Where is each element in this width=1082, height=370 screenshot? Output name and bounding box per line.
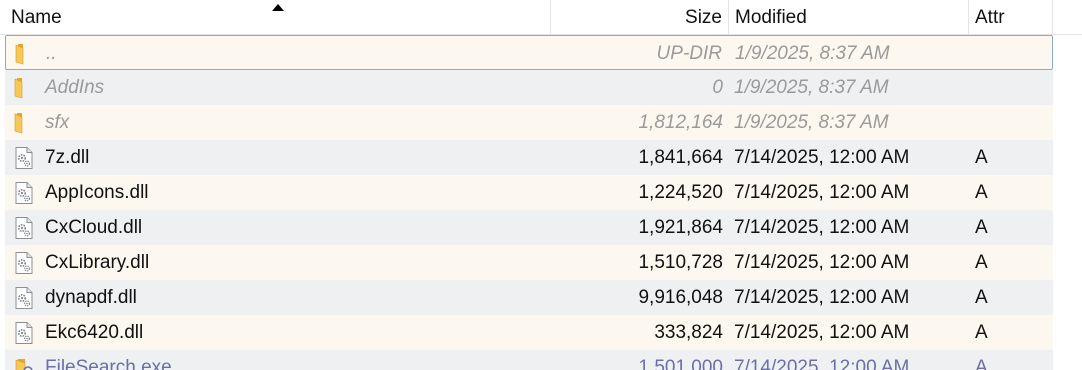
file-name: sfx	[45, 112, 70, 133]
file-row[interactable]: Ekc6420.dll 333,824 7/14/2025, 12:00 AM A	[5, 315, 1053, 350]
sort-ascending-icon	[272, 4, 284, 11]
file-row[interactable]: 7z.dll 1,841,664 7/14/2025, 12:00 AM A	[5, 140, 1053, 175]
file-size: 1,841,664	[638, 147, 723, 168]
file-row[interactable]: CxLibrary.dll 1,510,728 7/14/2025, 12:00 A…	[5, 245, 1053, 280]
file-row[interactable]: AppIcons.dll 1,224,520 7/14/2025, 12:00 AM…	[5, 175, 1053, 210]
file-attr: A	[975, 217, 988, 238]
dll-icon	[13, 216, 35, 240]
file-attr: A	[975, 287, 988, 308]
file-size: 0	[712, 77, 723, 98]
column-header-size[interactable]: Size	[551, 0, 729, 34]
folder-icon	[13, 111, 35, 135]
dll-icon	[13, 146, 35, 170]
file-size: 1,510,728	[638, 252, 723, 273]
file-size: 9,916,048	[638, 287, 723, 308]
file-modified: 7/14/2025, 12:00 AM	[734, 182, 910, 203]
dll-icon	[13, 251, 35, 275]
file-name: Ekc6420.dll	[45, 322, 144, 343]
file-name: AddIns	[45, 77, 105, 98]
file-attr: A	[975, 357, 988, 370]
column-name-label: Name	[11, 7, 62, 28]
exe-icon	[13, 356, 35, 370]
file-name: AppIcons.dll	[45, 182, 149, 203]
column-header-modified[interactable]: Modified	[729, 0, 969, 34]
folder-icon	[14, 42, 36, 66]
file-modified: 1/9/2025, 8:37 AM	[734, 112, 889, 133]
dll-icon	[13, 321, 35, 345]
file-attr: A	[975, 147, 988, 168]
file-modified: 7/14/2025, 12:00 AM	[734, 217, 910, 238]
file-name: CxLibrary.dll	[45, 252, 150, 273]
file-modified: 7/14/2025, 12:00 AM	[734, 147, 910, 168]
updir-row[interactable]: .. UP-DIR 1/9/2025, 8:37 AM	[5, 35, 1053, 70]
file-modified: 1/9/2025, 8:37 AM	[734, 77, 889, 98]
file-size: 1,812,164	[638, 112, 723, 133]
column-size-label: Size	[685, 7, 722, 28]
file-row[interactable]: FileSearch.exe 1,501,000 7/14/2025, 12:00 …	[5, 350, 1053, 370]
file-name: 7z.dll	[45, 147, 90, 168]
file-modified: 7/14/2025, 12:00 AM	[734, 287, 910, 308]
file-name: FileSearch.exe	[45, 357, 172, 370]
file-size: 1,921,864	[638, 217, 723, 238]
file-modified: 7/14/2025, 12:00 AM	[734, 252, 910, 273]
file-modified: 1/9/2025, 8:37 AM	[735, 43, 890, 64]
column-header: Name Size Modified Attr	[0, 0, 1082, 35]
file-size: UP-DIR	[656, 43, 722, 64]
file-row[interactable]: dynapdf.dll 9,916,048 7/14/2025, 12:00 AM A	[5, 280, 1053, 315]
dll-icon	[13, 286, 35, 310]
file-name: CxCloud.dll	[45, 217, 143, 238]
file-attr: A	[975, 252, 988, 273]
column-header-attr[interactable]: Attr	[969, 0, 1053, 34]
dll-icon	[13, 181, 35, 205]
file-list-panel: Name Size Modified Attr .. UP-DIR 1/9/2025…	[0, 0, 1082, 370]
file-size: 1,224,520	[638, 182, 723, 203]
file-row[interactable]: sfx 1,812,164 1/9/2025, 8:37 AM	[5, 105, 1053, 140]
column-attr-label: Attr	[975, 7, 1005, 28]
file-row[interactable]: AddIns 0 1/9/2025, 8:37 AM	[5, 70, 1053, 105]
file-modified: 7/14/2025, 12:00 AM	[734, 357, 910, 370]
file-attr: A	[975, 182, 988, 203]
folder-icon	[13, 76, 35, 100]
file-size: 333,824	[654, 322, 723, 343]
file-row[interactable]: CxCloud.dll 1,921,864 7/14/2025, 12:00 AM A	[5, 210, 1053, 245]
file-size: 1,501,000	[638, 357, 723, 370]
file-name: dynapdf.dll	[45, 287, 137, 308]
file-name: ..	[46, 43, 57, 64]
file-modified: 7/14/2025, 12:00 AM	[734, 322, 910, 343]
file-attr: A	[975, 322, 988, 343]
column-modified-label: Modified	[735, 7, 807, 28]
